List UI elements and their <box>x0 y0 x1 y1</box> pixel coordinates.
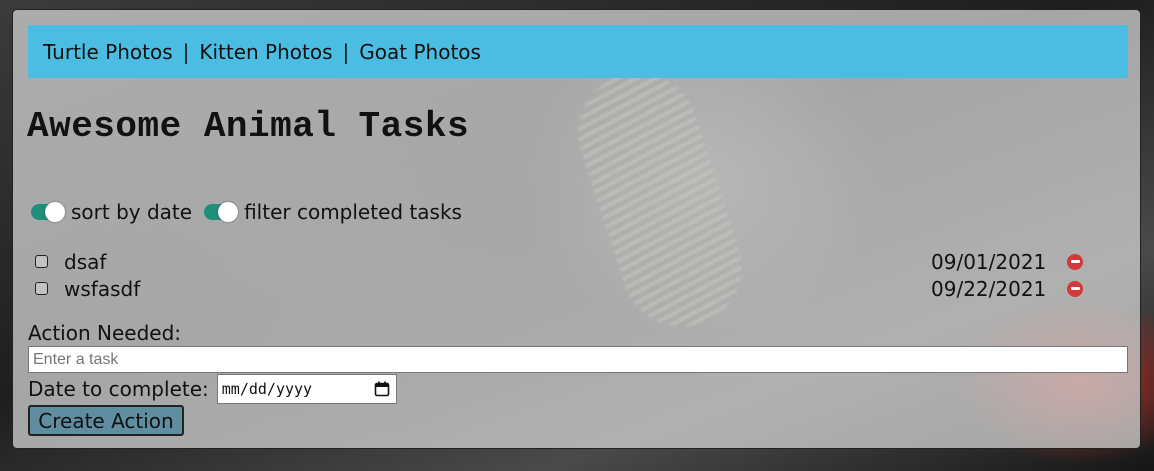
list-item: dsaf 09/01/2021 <box>35 248 1095 275</box>
nav-link-goat-photos[interactable]: Goat Photos <box>359 40 481 64</box>
date-label: Date to complete: <box>28 377 209 401</box>
filter-completed-toggle[interactable]: filter completed tasks <box>204 200 462 224</box>
task-date: 09/22/2021 <box>931 276 1047 301</box>
toggle-switch-icon[interactable] <box>204 202 239 222</box>
date-row: Date to complete: mm/dd/yyyy <box>28 374 397 404</box>
create-action-button[interactable]: Create Action <box>28 405 184 436</box>
nav-link-turtle-photos[interactable]: Turtle Photos <box>43 40 173 64</box>
task-checkbox[interactable] <box>35 255 48 268</box>
task-name: dsaf <box>64 249 107 274</box>
calendar-icon[interactable] <box>374 381 390 397</box>
nav-link-kitten-photos[interactable]: Kitten Photos <box>199 40 332 64</box>
nav-separator: | <box>182 39 190 64</box>
navbar: Turtle Photos | Kitten Photos | Goat Pho… <box>28 25 1128 78</box>
task-checkbox[interactable] <box>35 282 48 295</box>
nav-separator: | <box>342 39 350 64</box>
date-placeholder: mm/dd/yyyy <box>221 380 313 398</box>
task-name: wsfasdf <box>64 276 141 301</box>
toggle-bar: sort by date filter completed tasks <box>31 200 474 224</box>
page-title: Awesome Animal Tasks <box>27 106 470 147</box>
list-item: wsfasdf 09/22/2021 <box>35 275 1095 302</box>
toggle-label: filter completed tasks <box>244 200 462 224</box>
toggle-switch-icon[interactable] <box>31 202 65 222</box>
delete-icon[interactable] <box>1067 280 1083 297</box>
date-input[interactable]: mm/dd/yyyy <box>216 374 397 404</box>
task-list: dsaf 09/01/2021 wsfasdf 09/22/2021 <box>35 248 1095 302</box>
task-input[interactable] <box>28 346 1128 373</box>
app-card: Turtle Photos | Kitten Photos | Goat Pho… <box>12 9 1141 449</box>
sort-by-date-toggle[interactable]: sort by date <box>31 200 192 224</box>
toggle-label: sort by date <box>71 200 193 224</box>
task-date: 09/01/2021 <box>931 249 1047 274</box>
action-label: Action Needed: <box>28 321 181 345</box>
delete-icon[interactable] <box>1067 253 1083 270</box>
